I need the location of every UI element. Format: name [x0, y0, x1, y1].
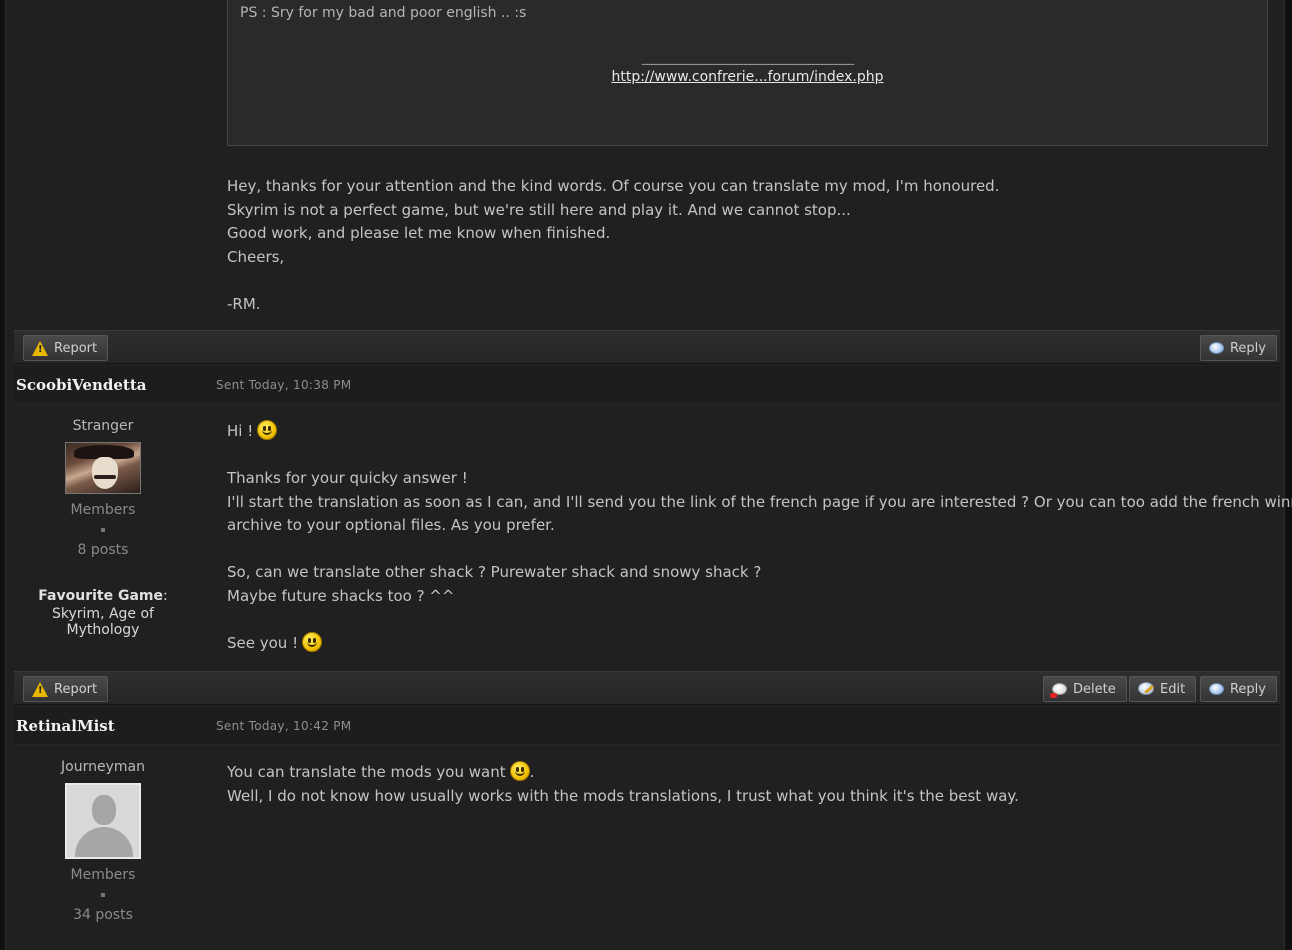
- post-timestamp: Sent Today, 10:38 PM: [216, 378, 352, 392]
- post2-line-thanks: Thanks for your quicky answer !: [227, 469, 468, 487]
- reply-label: Reply: [1229, 340, 1266, 356]
- avatar-mask: [92, 457, 118, 489]
- delete-icon: [1050, 683, 1067, 698]
- post3-header: RetinalMist Sent Today, 10:42 PM: [14, 707, 1280, 745]
- post2-line-maybe: Maybe future shacks too ? ^^: [227, 586, 455, 605]
- quote-ps-text: PS : Sry for my bad and poor english .. …: [240, 5, 527, 21]
- post3-line-1-text: You can translate the mods you want: [227, 763, 506, 781]
- avatar-head-silhouette: [92, 795, 116, 825]
- author-group: Members: [70, 502, 136, 518]
- post2-line-so: So, can we translate other shack ? Purew…: [227, 563, 762, 581]
- post2-author-info: Stranger Members 8 posts Favourite Game:…: [14, 418, 192, 638]
- edit-icon: [1138, 682, 1154, 696]
- edit-button[interactable]: Edit: [1129, 676, 1197, 702]
- avatar-moustache: [94, 475, 116, 479]
- post2-see-text: See you !: [227, 633, 299, 652]
- post1-line-1: Hey, thanks for your attention and the k…: [227, 177, 1000, 195]
- post1-body: Hey, thanks for your attention and the k…: [227, 175, 999, 316]
- post2-hi-text: Hi !: [227, 422, 254, 440]
- warning-icon: !: [32, 681, 48, 697]
- signature-link[interactable]: http://www.confrerie...forum/index.php: [228, 69, 1267, 85]
- author-rank: Stranger: [72, 418, 134, 434]
- post3-line-2: Well, I do not know how usually works wi…: [227, 786, 1019, 805]
- post1-action-bar: ! Report Reply: [14, 330, 1280, 364]
- author-name[interactable]: RetinalMist: [16, 717, 115, 735]
- report-button[interactable]: ! Report: [23, 335, 109, 361]
- smiley-icon: [509, 761, 530, 781]
- post2-line-hi: Hi !: [227, 420, 1292, 444]
- report-label: Report: [54, 340, 98, 356]
- report-button[interactable]: ! Report: [23, 676, 109, 702]
- separator-dot: [101, 528, 105, 532]
- post2-action-bar: ! Report Delete Edit Reply: [14, 671, 1280, 705]
- favourite-game-label-text: Favourite Game: [38, 588, 163, 604]
- post2-line-start-1: I'll start the translation as soon as I …: [227, 492, 1292, 511]
- post1-line-4: Cheers,: [227, 247, 285, 266]
- author-name[interactable]: ScoobiVendetta: [16, 376, 146, 394]
- post3-line-1: You can translate the mods you want.: [227, 761, 1019, 785]
- favourite-game-label: Favourite Game:: [14, 588, 192, 604]
- separator-dot: [101, 893, 105, 897]
- post3-body: You can translate the mods you want. Wel…: [227, 761, 1019, 808]
- signature-separator: ________________________________________…: [641, 52, 855, 65]
- post2-line-see: See you !: [227, 631, 1292, 656]
- default-avatar[interactable]: [65, 783, 141, 859]
- avatar-body-silhouette: [75, 827, 133, 857]
- author-rank: Journeyman: [61, 759, 145, 775]
- delete-label: Delete: [1073, 681, 1116, 697]
- post1-line-3: Good work, and please let me know when f…: [227, 224, 611, 242]
- favourite-game-value: Skyrim, Age of Mythology: [52, 606, 154, 638]
- report-label: Report: [54, 681, 98, 697]
- speech-bubble-icon: [1208, 683, 1224, 695]
- speech-bubble-icon: [1208, 342, 1224, 354]
- post2-line-start-2: archive to your optional files. As you p…: [227, 516, 555, 534]
- post1-line-6: -RM.: [227, 294, 261, 313]
- favourite-game-colon: :: [162, 588, 168, 604]
- reply-label: Reply: [1229, 681, 1266, 697]
- author-post-count: 8 posts: [77, 542, 129, 558]
- post-timestamp: Sent Today, 10:42 PM: [216, 719, 352, 733]
- delete-button[interactable]: Delete: [1043, 676, 1127, 702]
- author-group: Members: [70, 867, 136, 883]
- edit-label: Edit: [1160, 681, 1186, 697]
- post3-line-1-end: .: [529, 763, 535, 781]
- post1-blank-line: [227, 269, 999, 293]
- author-post-count: 34 posts: [73, 907, 133, 923]
- smiley-icon: [302, 631, 323, 652]
- reply-button[interactable]: Reply: [1199, 335, 1277, 361]
- post3-author-info: Journeyman Members 34 posts: [14, 759, 192, 923]
- post1-line-2: Skyrim is not a perfect game, but we're …: [227, 200, 851, 219]
- quote-block: PS : Sry for my bad and poor english .. …: [227, 0, 1268, 146]
- warning-icon: !: [32, 340, 48, 356]
- avatar[interactable]: [65, 442, 141, 494]
- smiley-icon: [257, 420, 278, 440]
- post2-header: ScoobiVendetta Sent Today, 10:38 PM: [14, 366, 1280, 404]
- reply-button[interactable]: Reply: [1199, 676, 1277, 702]
- post2-body: Hi ! Thanks for your quicky answer ! I'l…: [227, 420, 1292, 655]
